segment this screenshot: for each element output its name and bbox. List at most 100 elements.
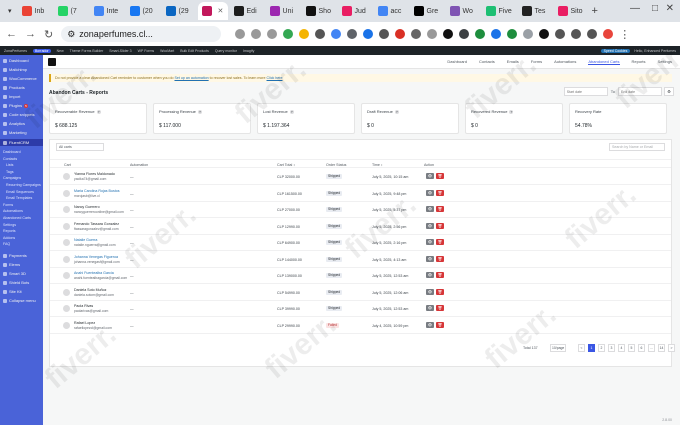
sidebar-item[interactable]: Dashboard: [3, 58, 29, 63]
page-button[interactable]: 14: [658, 344, 665, 352]
browser-tab[interactable]: (20: [126, 2, 160, 20]
delete-cart-button[interactable]: 🗑: [436, 255, 444, 262]
browser-tab[interactable]: Tes: [518, 2, 552, 20]
help-icon[interactable]: ?: [197, 109, 202, 114]
admin-bar-item[interactable]: Smart-Slider 3: [109, 49, 131, 53]
delete-cart-button[interactable]: 🗑: [436, 321, 444, 328]
sidebar-item[interactable]: Plugins 5: [3, 103, 28, 108]
browser-tab[interactable]: (7: [54, 2, 88, 20]
bookmark-icon[interactable]: [267, 29, 278, 39]
nav-link-forms[interactable]: Forms: [531, 59, 542, 65]
sidebar-subitem[interactable]: Addons: [3, 236, 15, 240]
browser-tab[interactable]: Inte: [90, 2, 124, 20]
admin-bar-item[interactable]: Theme Forms Builder: [70, 49, 104, 53]
page-button[interactable]: 3: [608, 344, 615, 352]
zoom-icon[interactable]: [251, 29, 262, 39]
start-date-input[interactable]: [563, 87, 608, 96]
sidebar-subitem[interactable]: Campaigns: [3, 176, 21, 180]
sidebar-subitem[interactable]: Forms: [3, 203, 13, 207]
browser-tab[interactable]: acc: [374, 2, 408, 20]
customer-name[interactable]: Johanna Venegas Figueroa: [74, 255, 118, 259]
nav-link-settings[interactable]: Settings: [658, 59, 672, 65]
extension-icon[interactable]: [331, 29, 342, 39]
nav-link-automations[interactable]: Automations: [554, 59, 576, 65]
sidebar-subitem[interactable]: Reports: [3, 229, 16, 233]
page-button[interactable]: 1: [588, 344, 595, 352]
view-cart-button[interactable]: 👁: [426, 239, 434, 245]
site-info-icon[interactable]: ⚙: [67, 29, 75, 40]
sidebar-subitem[interactable]: Dashboard: [3, 150, 21, 154]
page-button[interactable]: >: [668, 344, 675, 352]
extension-icon[interactable]: [523, 29, 534, 39]
sidebar-item[interactable]: Smart 3D: [3, 271, 26, 276]
extension-icon[interactable]: [427, 29, 438, 39]
view-cart-button[interactable]: 👁: [426, 206, 434, 212]
sidebar-subitem[interactable]: Lists: [6, 163, 13, 167]
puzzle-icon[interactable]: [555, 29, 566, 39]
browser-tab[interactable]: Jud: [338, 2, 372, 20]
browser-tab[interactable]: Sho: [302, 2, 336, 20]
help-icon[interactable]: ?: [289, 109, 294, 114]
extension-icon[interactable]: [315, 29, 326, 39]
sidebar-subitem[interactable]: Email Templates: [6, 196, 32, 200]
delete-cart-button[interactable]: 🗑: [436, 173, 444, 179]
sidebar-subitem[interactable]: FAQ: [3, 242, 10, 246]
admin-bar-item[interactable]: ZonaPerfumes: [4, 49, 27, 53]
extension-icon[interactable]: [475, 29, 486, 39]
column-header[interactable]: Cart Total ↕: [277, 163, 295, 167]
nav-link-emails[interactable]: Emails: [507, 59, 519, 65]
page-button[interactable]: 4: [618, 344, 625, 352]
delete-cart-button[interactable]: 🗑: [436, 288, 444, 295]
sidebar-item[interactable]: Analytics: [3, 121, 25, 126]
customer-name[interactable]: Natalie Guerra: [74, 238, 97, 242]
sidebar-item[interactable]: Payments: [3, 253, 27, 258]
delete-cart-button[interactable]: 🗑: [436, 189, 444, 196]
profile-avatar-icon[interactable]: [603, 29, 614, 39]
nav-link-contacts[interactable]: Contacts: [479, 59, 495, 65]
sidebar-item[interactable]: Site Kit: [3, 289, 22, 294]
admin-bar-item[interactable]: WooMart: [160, 49, 174, 53]
admin-bar-item[interactable]: Imagify: [243, 49, 254, 53]
end-date-input[interactable]: [618, 87, 662, 96]
delete-cart-button[interactable]: 🗑: [436, 305, 444, 311]
sidebar-subitem[interactable]: Automations: [3, 209, 23, 213]
extension-icon[interactable]: [395, 29, 406, 39]
sidebar-subitem[interactable]: Tags: [6, 170, 14, 174]
customer-name[interactable]: Anahi Fuentealba Garcia: [74, 271, 114, 275]
admin-bar-item[interactable]: Query monitor: [215, 49, 237, 53]
click-here-link[interactable]: Click here: [267, 76, 283, 80]
sidebar-icon[interactable]: [587, 29, 598, 39]
extension-icon[interactable]: [411, 29, 422, 39]
view-cart-button[interactable]: 👁: [426, 305, 434, 311]
fluentcrm-logo-icon[interactable]: [48, 58, 56, 66]
browser-tab[interactable]: Five: [482, 2, 516, 20]
delete-cart-button[interactable]: 🗑: [436, 272, 444, 278]
browser-menu-icon[interactable]: ⋮: [619, 28, 630, 41]
browser-tab[interactable]: Gre: [410, 2, 444, 20]
extension-icon[interactable]: [363, 29, 374, 39]
pen-icon[interactable]: [539, 29, 550, 39]
browser-tab[interactable]: Uni: [266, 2, 300, 20]
per-page-select[interactable]: 10/page: [550, 344, 566, 352]
browser-tab[interactable]: Wo: [446, 2, 480, 20]
column-header[interactable]: Time ↕: [372, 163, 383, 167]
extension-icon[interactable]: [347, 29, 358, 39]
sidebar-subitem[interactable]: Recurring Campaigns: [6, 183, 41, 187]
translate-icon[interactable]: [235, 29, 246, 39]
sidebar-item[interactable]: Products: [3, 85, 25, 90]
help-icon[interactable]: ?: [394, 109, 399, 114]
extension-icon[interactable]: [443, 29, 454, 39]
search-input[interactable]: Search by Name or Email: [609, 143, 665, 151]
sidebar-item[interactable]: FluentCRM: [0, 139, 43, 146]
speed-cookies-button[interactable]: Speed Cookies: [600, 48, 631, 53]
nav-link-abandoned-carts[interactable]: Abandoned Carts: [588, 59, 620, 65]
admin-bar-item[interactable]: WP Forms: [138, 49, 154, 53]
address-bar[interactable]: ⚙ zonaperfumes.cl...: [61, 26, 222, 42]
extension-icon[interactable]: [379, 29, 390, 39]
sidebar-item[interactable]: Shield Bots: [3, 280, 29, 285]
maximize-icon[interactable]: □: [652, 3, 658, 14]
view-cart-button[interactable]: 👁: [426, 272, 434, 278]
back-icon[interactable]: ←: [6, 28, 17, 40]
page-button[interactable]: ...: [648, 344, 655, 352]
close-window-icon[interactable]: ✕: [666, 3, 674, 14]
